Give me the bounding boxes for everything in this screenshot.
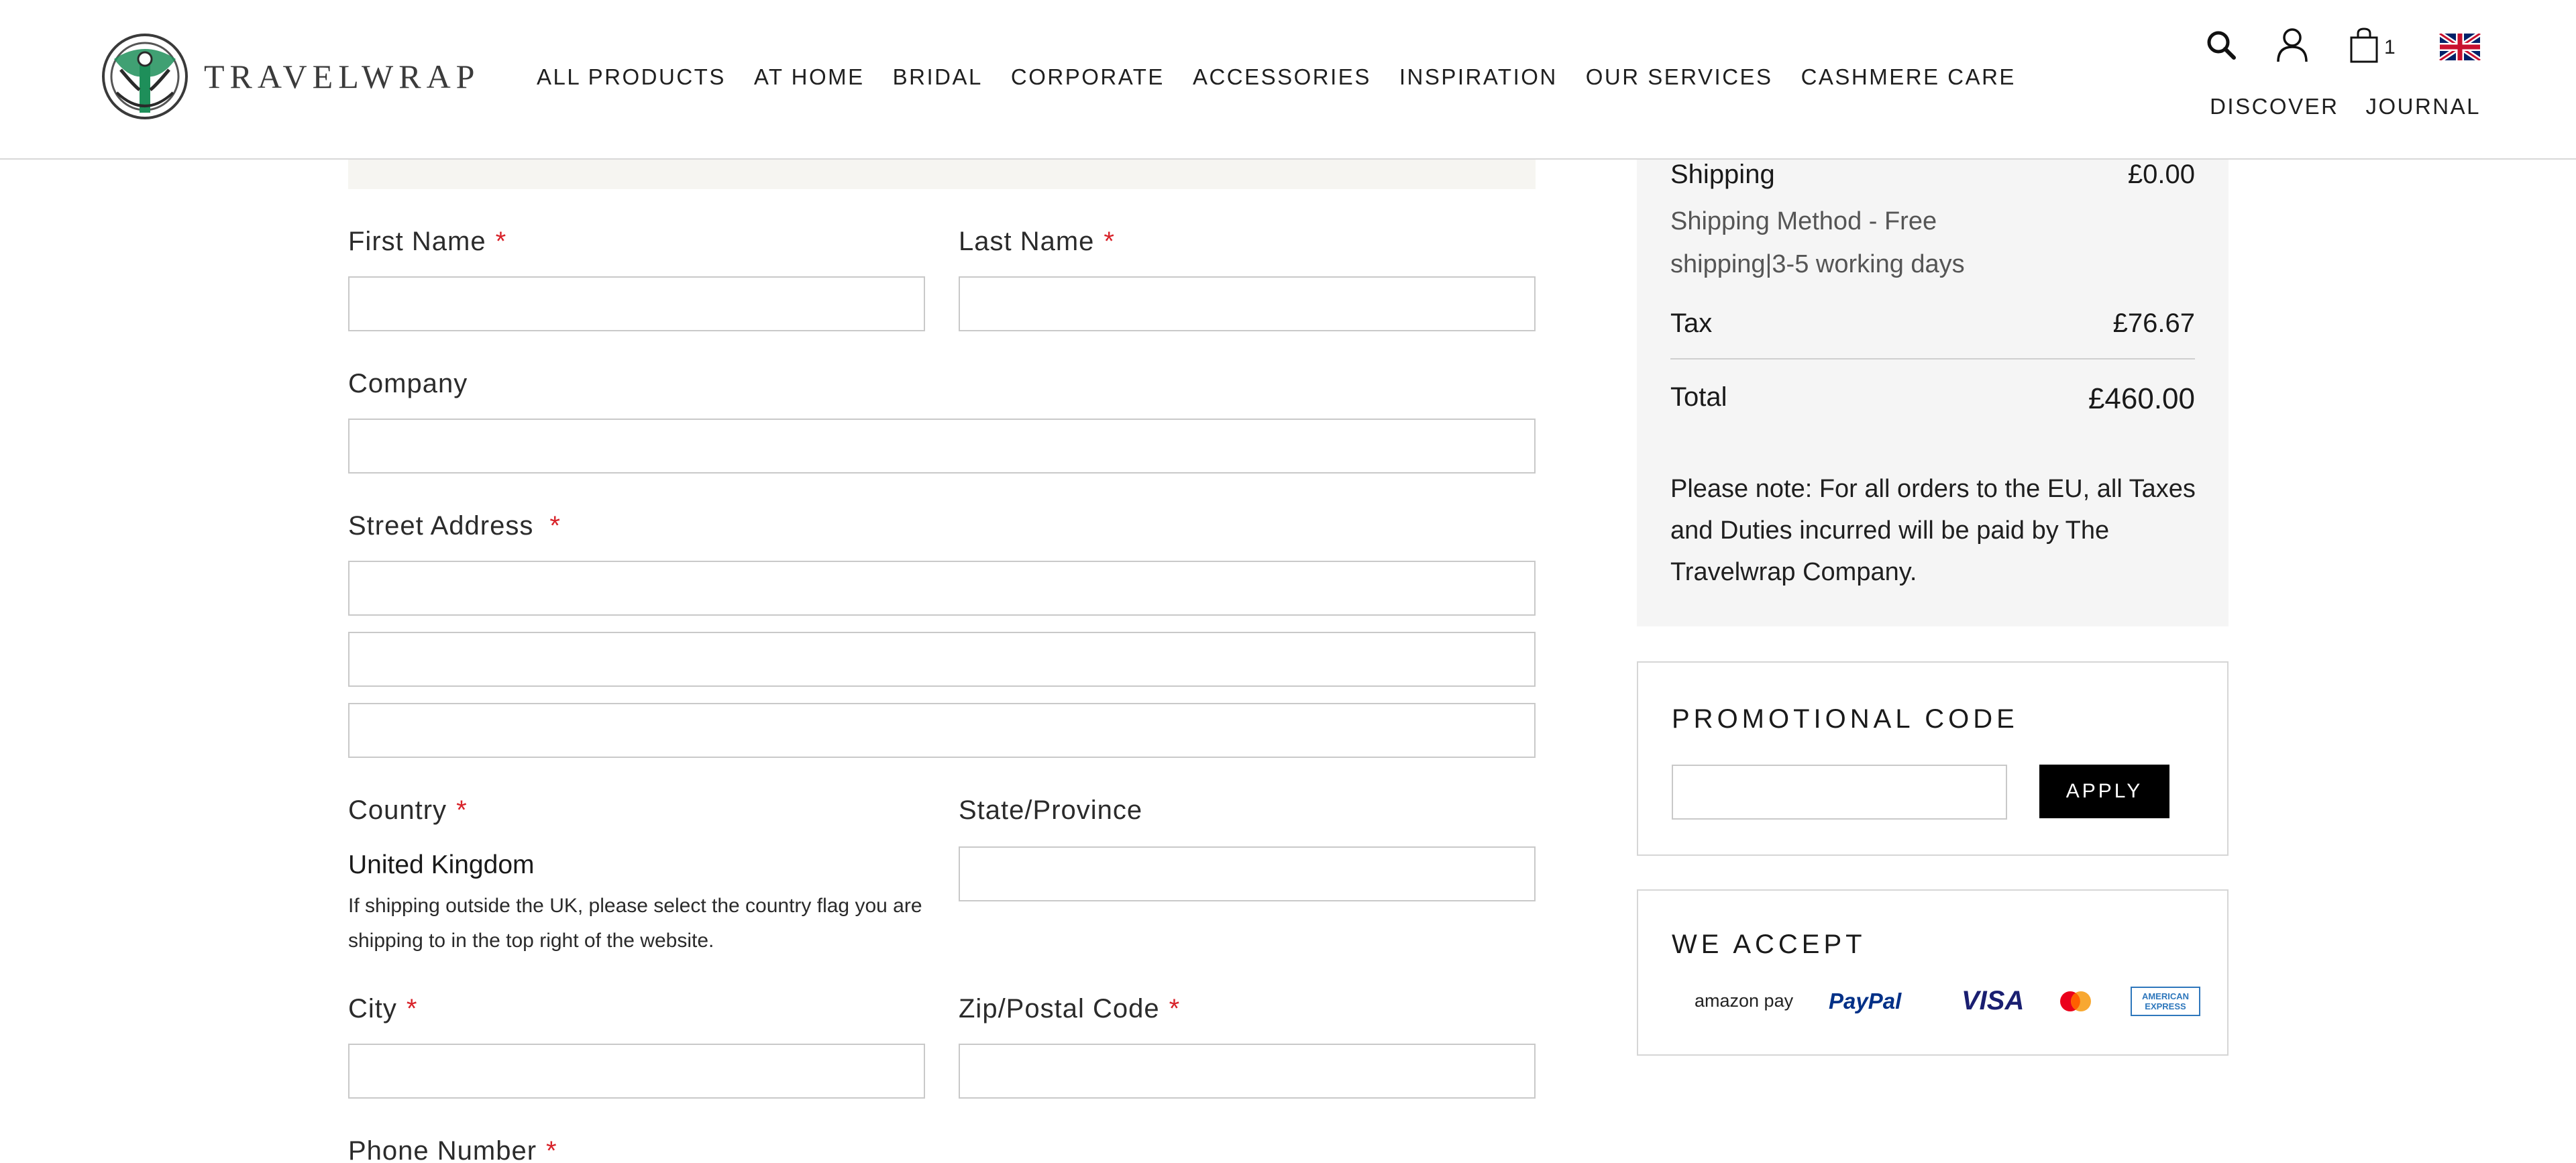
country-value: United Kingdom	[348, 850, 535, 879]
amex-logo: AMERICAN EXPRESS	[2131, 986, 2200, 1016]
first-name-input[interactable]	[348, 276, 925, 331]
total-label: Total	[1670, 382, 1727, 412]
state-province-input[interactable]	[959, 846, 1536, 901]
brand-logo[interactable]: TRAVELWRAP	[101, 32, 480, 121]
nav-cashmere-care[interactable]: CASHMERE CARE	[1801, 64, 2016, 90]
shipping-method: Shipping Method - Free shipping|3-5 work…	[1670, 207, 1965, 278]
city-input[interactable]	[348, 1044, 925, 1099]
nav-all-products[interactable]: ALL PRODUCTS	[537, 64, 726, 90]
payment-methods-box: WE ACCEPT amazon pay PayPal VISA masterc…	[1637, 889, 2229, 1056]
country-hint: If shipping outside the UK, please selec…	[348, 895, 922, 952]
payment-logos: amazon pay PayPal VISA mastercard AMERIC…	[1695, 986, 2200, 1016]
street-address-label: Street Address *	[348, 511, 561, 541]
site-header: TRAVELWRAP ALL PRODUCTS AT HOME BRIDAL C…	[0, 0, 2576, 160]
company-input[interactable]	[348, 419, 1536, 474]
brand-name: TRAVELWRAP	[204, 58, 480, 95]
uk-flag-icon[interactable]	[2439, 34, 2481, 60]
secondary-nav: DISCOVER JOURNAL	[2210, 94, 2481, 119]
visa-logo: VISA	[1962, 986, 2025, 1015]
eu-tax-note: Please note: For all orders to the EU, a…	[1670, 475, 2196, 586]
tax-label: Tax	[1670, 309, 1713, 338]
nav-discover[interactable]: DISCOVER	[2210, 94, 2339, 119]
nav-at-home[interactable]: AT HOME	[754, 64, 865, 90]
summary-divider	[1670, 358, 2195, 359]
required-mark: *	[1104, 227, 1115, 256]
street-address-line3-input[interactable]	[348, 703, 1536, 758]
paypal-logo: PayPal	[1829, 988, 1902, 1013]
zip-postal-code-label: Zip/Postal Code *	[959, 994, 1181, 1023]
cart-count: 1	[2384, 36, 2396, 58]
main-nav: ALL PRODUCTS AT HOME BRIDAL CORPORATE AC…	[537, 64, 2044, 90]
bag-icon[interactable]	[2349, 27, 2379, 63]
mastercard-logo: mastercard	[2057, 989, 2131, 1014]
required-mark: *	[546, 1136, 557, 1163]
total-row: Total £460.00	[1670, 382, 2195, 416]
promo-code-input[interactable]	[1672, 765, 2007, 820]
phone-number-label: Phone Number *	[348, 1136, 557, 1163]
shipping-label: Shipping	[1670, 160, 1775, 189]
tax-row: Tax £76.67	[1670, 309, 2195, 339]
order-summary: Shipping £0.00 Shipping Method - Free sh…	[1637, 160, 2229, 626]
country-label: Country *	[348, 795, 468, 825]
mastercard-icon	[2060, 991, 2091, 1011]
company-label: Company	[348, 369, 468, 398]
total-value: £460.00	[2088, 382, 2195, 415]
tax-value: £76.67	[2112, 309, 2195, 338]
required-mark: *	[495, 227, 507, 256]
required-mark: *	[406, 994, 418, 1023]
required-mark: *	[1169, 994, 1181, 1023]
shipping-value: £0.00	[2127, 160, 2195, 189]
shipping-row: Shipping £0.00	[1670, 160, 2195, 190]
nav-inspiration[interactable]: INSPIRATION	[1399, 64, 1558, 90]
street-address-line1-input[interactable]	[348, 561, 1536, 616]
form-section-band	[348, 160, 1536, 189]
nav-corporate[interactable]: CORPORATE	[1011, 64, 1165, 90]
apply-button[interactable]: APPLY	[2039, 765, 2169, 818]
street-address-line2-input[interactable]	[348, 632, 1536, 687]
promo-code-title: PROMOTIONAL CODE	[1672, 704, 2019, 734]
last-name-label: Last Name *	[959, 227, 1115, 256]
required-mark: *	[456, 795, 468, 825]
nav-our-services[interactable]: OUR SERVICES	[1586, 64, 1773, 90]
we-accept-title: WE ACCEPT	[1672, 930, 1866, 959]
amazon-pay-logo: amazon pay	[1695, 991, 1794, 1011]
state-province-label: State/Province	[959, 795, 1143, 825]
nav-accessories[interactable]: ACCESSORIES	[1193, 64, 1371, 90]
city-label: City *	[348, 994, 418, 1023]
account-icon[interactable]	[2275, 27, 2309, 63]
travelwrap-logo-icon	[102, 34, 188, 119]
promo-code-box: PROMOTIONAL CODE APPLY	[1637, 661, 2229, 856]
last-name-input[interactable]	[959, 276, 1536, 331]
nav-bridal[interactable]: BRIDAL	[893, 64, 983, 90]
required-mark: *	[549, 511, 561, 541]
zip-postal-code-input[interactable]	[959, 1044, 1536, 1099]
first-name-label: First Name *	[348, 227, 507, 256]
search-icon[interactable]	[2206, 30, 2237, 60]
nav-journal[interactable]: JOURNAL	[2365, 94, 2481, 119]
